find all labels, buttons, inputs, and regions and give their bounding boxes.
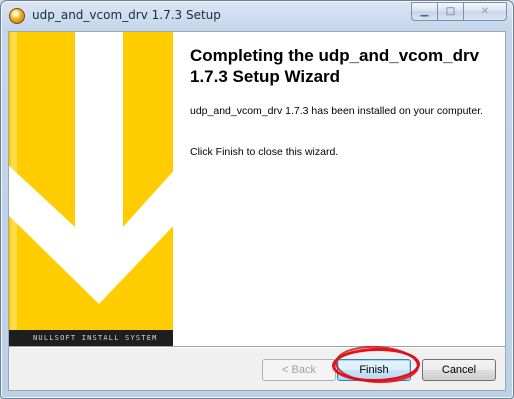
cancel-button[interactable]: Cancel xyxy=(422,359,496,381)
installer-app-icon xyxy=(9,8,25,24)
wizard-banner: NULLSOFT INSTALL SYSTEM xyxy=(9,32,173,346)
wizard-content: Completing the udp_and_vcom_drv 1.7.3 Se… xyxy=(173,32,505,346)
wizard-client-area: NULLSOFT INSTALL SYSTEM Completing the u… xyxy=(8,31,506,391)
setup-window: udp_and_vcom_drv 1.7.3 Setup ▁ □ ✕ NULLS… xyxy=(0,0,514,399)
footer-divider xyxy=(9,346,505,348)
back-button[interactable]: < Back xyxy=(262,359,336,381)
nsis-brand-label: NULLSOFT INSTALL SYSTEM xyxy=(9,330,173,346)
window-title: udp_and_vcom_drv 1.7.3 Setup xyxy=(32,8,221,22)
installed-message: udp_and_vcom_drv 1.7.3 has been installe… xyxy=(190,105,484,117)
close-button[interactable]: ✕ xyxy=(463,2,507,21)
maximize-icon: □ xyxy=(445,6,456,17)
minimize-icon: ▁ xyxy=(420,6,429,17)
close-icon: ✕ xyxy=(480,6,490,17)
finish-instruction: Click Finish to close this wizard. xyxy=(190,146,339,158)
down-arrow-graphic xyxy=(9,32,173,330)
maximize-button[interactable]: □ xyxy=(437,2,463,21)
page-title: Completing the udp_and_vcom_drv 1.7.3 Se… xyxy=(190,46,480,86)
minimize-button[interactable]: ▁ xyxy=(411,2,437,21)
title-bar[interactable]: udp_and_vcom_drv 1.7.3 Setup ▁ □ ✕ xyxy=(1,1,513,31)
caption-buttons: ▁ □ ✕ xyxy=(411,2,507,22)
